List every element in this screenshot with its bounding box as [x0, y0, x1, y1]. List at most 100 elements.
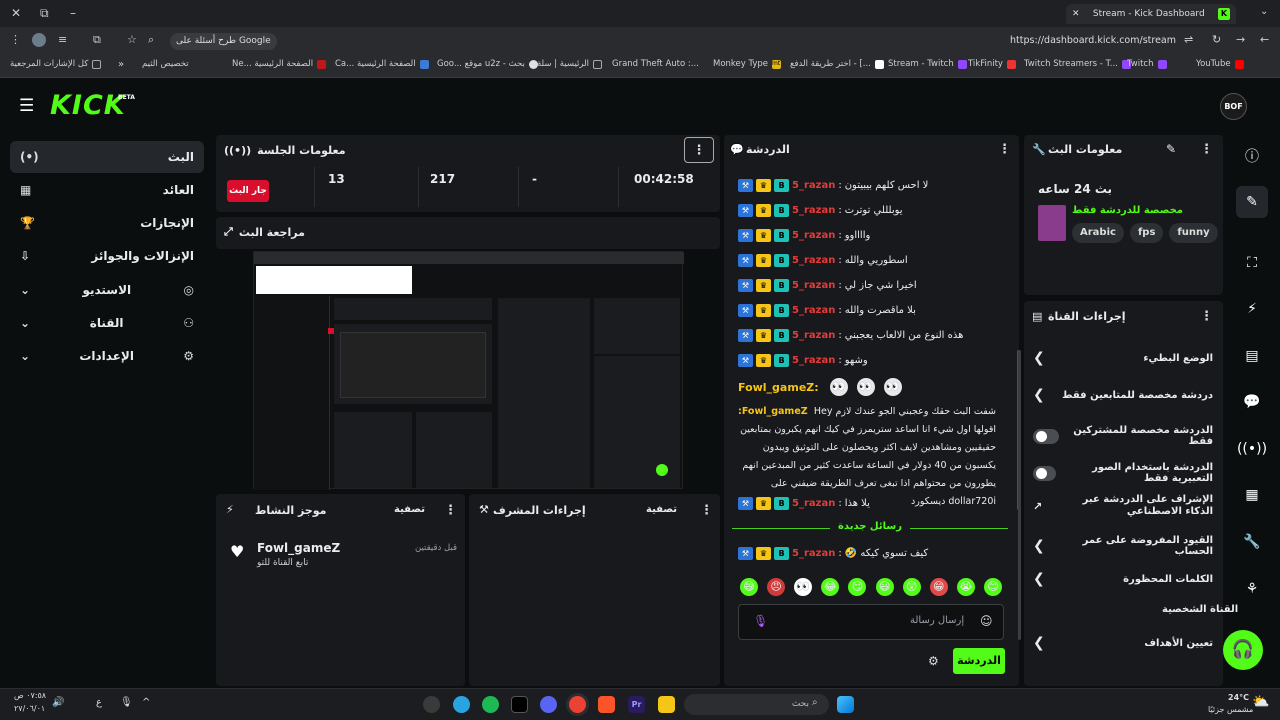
bookmark-gta[interactable]: Grand Theft Auto :...: [612, 59, 699, 69]
close-tab-icon[interactable]: ✕: [1072, 9, 1080, 19]
emote-icon[interactable]: 😏: [848, 578, 867, 596]
nav-revenue[interactable]: العائد ▦: [10, 174, 204, 206]
stream-preview-video[interactable]: [253, 251, 684, 490]
tag-pill[interactable]: Arabic: [1072, 223, 1124, 243]
mod-menu-icon[interactable]: ⋮: [700, 503, 713, 518]
tray-overflow-icon[interactable]: ^: [142, 697, 150, 708]
activity-user[interactable]: Fowl_gameZ: [257, 541, 340, 555]
clock-date[interactable]: ٢٧/٠٦/٠١: [14, 704, 45, 713]
bookmark-twitch[interactable]: Twitch: [1127, 59, 1167, 69]
action-subscribers-only[interactable]: الدردشة مخصصة للمشتركين فقط: [1033, 425, 1213, 447]
emote-icon[interactable]: 😠: [767, 578, 786, 596]
mic-tray-icon[interactable]: 🎙: [120, 697, 133, 708]
action-followers-only[interactable]: دردشة مخصصة للمتابعين فقط ❯: [1033, 387, 1213, 403]
action-banned-words[interactable]: الكلمات المحظورة ❯: [1033, 571, 1213, 587]
tag-pill[interactable]: fps: [1129, 223, 1164, 243]
more-bookmarks-icon[interactable]: »: [118, 59, 124, 70]
microphone-icon[interactable]: 🎙: [753, 614, 768, 628]
volume-icon[interactable]: 🔊: [52, 697, 64, 708]
chat-username[interactable]: 5_razan: [792, 305, 835, 316]
emote-icon[interactable]: 😁: [929, 578, 948, 596]
windows-start-icon[interactable]: [837, 696, 854, 713]
extensions-icon[interactable]: ⧉: [93, 33, 101, 47]
weather-temp[interactable]: 24°C: [1228, 693, 1249, 702]
activity-filter[interactable]: تصفية: [394, 504, 425, 515]
emote-icon[interactable]: 😅: [740, 578, 758, 596]
lightning-icon[interactable]: ⚡: [1236, 293, 1268, 325]
action-account-age[interactable]: القيود المفروضة على عمر الحساب ❯: [1033, 535, 1213, 557]
action-ai-moderation[interactable]: الإشراف على الدردشة عبر الذكاء الاصطناعي…: [1033, 494, 1213, 518]
chat-username[interactable]: 5_razan: [792, 230, 835, 241]
bookmark-monkeytype[interactable]: Monkey Type mt: [713, 59, 782, 69]
nav-settings[interactable]: ⚙ الإعدادات ⌄: [10, 340, 204, 372]
bookmark-twitch-streamers[interactable]: Twitch Streamers - T...: [1024, 59, 1131, 69]
action-slow-mode[interactable]: الوضع البطيء ❯: [1033, 350, 1213, 366]
site-settings-icon[interactable]: ⇌: [1184, 33, 1193, 46]
chat-message[interactable]: ⚒ ♛ B 5_razan: لا احس كلهم بيبيتون: [738, 179, 1010, 192]
emote-icon[interactable]: 😂: [821, 578, 840, 596]
mod-filter[interactable]: تصفية: [646, 504, 677, 515]
nav-channel[interactable]: ⚇ القناة ⌄: [10, 307, 204, 339]
bookmark-salla[interactable]: الرئيسية | سلة: [537, 59, 603, 69]
edit-icon[interactable]: ✎: [1236, 186, 1268, 218]
taskbar-app-icon[interactable]: [423, 696, 440, 713]
support-headset-icon[interactable]: 🎧: [1223, 630, 1263, 670]
category-thumbnail[interactable]: [1038, 205, 1066, 241]
chat-username[interactable]: Fowl_gameZ:: [738, 381, 819, 394]
bookmark-theme[interactable]: تخصيص الثيم: [142, 59, 189, 69]
chat-message[interactable]: ⚒ ♛ B 5_razan: وااااوو: [738, 229, 1010, 242]
share-icon[interactable]: ⚘: [1236, 573, 1268, 605]
close-window-icon[interactable]: ✕: [11, 6, 21, 20]
chat-username[interactable]: 5_razan: [792, 330, 835, 341]
clock-time[interactable]: ٠٧:٥٨ ص: [14, 691, 46, 700]
telegram-icon[interactable]: [453, 696, 470, 713]
chat-username[interactable]: 5_razan: [792, 548, 835, 559]
zoom-icon[interactable]: ⌕: [148, 33, 154, 47]
chat-username[interactable]: 5_razan: [792, 205, 835, 216]
chat-message[interactable]: ⚒ ♛ B 5_razan: اسطوريي والله: [738, 254, 1010, 267]
emote-icon[interactable]: 😊: [983, 578, 1002, 596]
chat-message[interactable]: ⚒ ♛ B 5_razan: وشهو: [738, 354, 1010, 367]
bookmark-goo[interactable]: Goo... موقع u2z - بحث: [437, 59, 538, 69]
chat-menu-icon[interactable]: ⋮: [998, 142, 1011, 157]
reader-icon[interactable]: ≡: [58, 33, 67, 46]
bookmark-all[interactable]: كل الإشارات المرجعية: [10, 59, 102, 69]
emote-icon[interactable]: 😭: [956, 578, 975, 596]
chat-username[interactable]: 5_razan: [792, 355, 835, 366]
chat-message[interactable]: ⚒ ♛ B 5_razan: يوبلللي توترت: [738, 204, 1010, 217]
edit-pencil-icon[interactable]: ✎: [1166, 142, 1176, 156]
emote-icon[interactable]: 👀: [794, 578, 813, 596]
emotes-only-toggle[interactable]: [1033, 465, 1056, 481]
restore-window-icon[interactable]: ⧉: [40, 6, 49, 21]
session-menu-button[interactable]: ⋮: [684, 137, 714, 163]
chat-message-fowl-emotes[interactable]: Fowl_gameZ: 👀 👀 👀: [738, 378, 1010, 396]
chat-username[interactable]: 5_razan: [792, 498, 835, 509]
activity-menu-icon[interactable]: ⋮: [444, 503, 457, 518]
menu-dots-icon[interactable]: ⋮: [10, 33, 21, 46]
hamburger-menu-icon[interactable]: ☰: [19, 96, 34, 116]
wrench-rail-icon[interactable]: 🔧: [1236, 526, 1268, 558]
taskbar-search[interactable]: بحث: [684, 694, 829, 715]
bookmark-twitch-stream[interactable]: Stream - Twitch: [888, 59, 967, 69]
nav-achievements[interactable]: الإنجازات 🏆: [10, 207, 204, 239]
chrome-icon[interactable]: [569, 696, 586, 713]
chat-message[interactable]: ⚒ ♛ B 5_razan: كيف تسوي كيكه 🤣: [738, 547, 1010, 560]
emote-icon[interactable]: 😃: [875, 578, 894, 596]
camera-frame-icon[interactable]: ⛶: [1236, 247, 1268, 279]
reload-icon[interactable]: ↻: [1212, 33, 1221, 46]
actions-scrollbar[interactable]: [1018, 350, 1021, 640]
url-field[interactable]: https://dashboard.kick.com/stream: [1010, 31, 1180, 51]
forward-icon[interactable]: →: [1236, 33, 1245, 46]
nav-stream[interactable]: البث (•): [10, 141, 204, 173]
profile-icon[interactable]: [32, 33, 46, 47]
action-emotes-only[interactable]: الدردشة باستخدام الصور التعبيرية فقط: [1033, 462, 1213, 484]
bookmark-payment[interactable]: اختر طريقة الدفع - [...: [790, 59, 884, 69]
notes-icon[interactable]: ▤: [1236, 340, 1268, 372]
bookmark-star-icon[interactable]: ☆: [127, 33, 137, 46]
browser-tab[interactable]: ✕ Stream - Kick Dashboard K: [1066, 4, 1236, 24]
chat-settings-icon[interactable]: ⚙: [928, 654, 939, 668]
minimize-window-icon[interactable]: –: [70, 6, 76, 20]
info-icon[interactable]: ⓘ: [1236, 140, 1268, 172]
chat-message[interactable]: ⚒ ♛ B 5_razan: اخيرا شي جاز لي: [738, 279, 1010, 292]
bookmark-ne[interactable]: Ne... الصفحة الرئيسية: [232, 59, 327, 69]
